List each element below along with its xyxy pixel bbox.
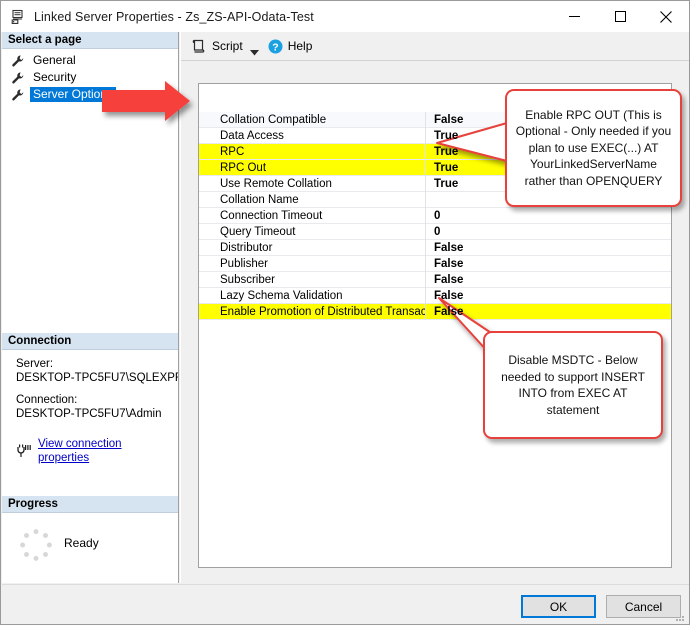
progress-panel: Ready (2, 514, 178, 574)
toolbar: Script ? Help (181, 32, 689, 61)
maximize-button[interactable] (597, 2, 643, 32)
property-value: True (434, 146, 459, 158)
chevron-down-icon[interactable] (249, 43, 259, 56)
sidebar-item-label: Server Options (30, 87, 117, 102)
connection-value: DESKTOP-TPC5FU7\Admin (16, 408, 162, 420)
table-row[interactable]: Subscriber False (199, 272, 671, 288)
help-button[interactable]: ? Help (265, 35, 316, 57)
help-label: Help (287, 39, 313, 53)
property-name: RPC (220, 146, 245, 158)
property-value: False (434, 290, 464, 302)
column-divider (425, 192, 426, 208)
sidebar-item-label: Security (33, 70, 77, 84)
minimize-button[interactable] (551, 2, 597, 32)
property-name: Lazy Schema Validation (220, 290, 343, 302)
select-page-header: Select a page (2, 32, 178, 49)
sidebar-item-general[interactable]: General (2, 52, 178, 69)
table-row[interactable]: Lazy Schema Validation False (199, 288, 671, 304)
ok-button[interactable]: OK (521, 595, 596, 618)
property-name: Data Access (220, 130, 284, 142)
sidebar-item-label: General (33, 53, 76, 67)
view-connection-properties-link[interactable]: View connection properties (38, 437, 170, 465)
property-value: False (434, 258, 464, 270)
resize-grip[interactable] (674, 610, 686, 622)
property-value: False (434, 274, 464, 286)
property-name: RPC Out (220, 162, 267, 174)
window-title: Linked Server Properties - Zs_ZS-API-Oda… (34, 9, 314, 24)
property-name: Subscriber (220, 274, 275, 286)
property-name: Distributor (220, 242, 273, 254)
property-name: Publisher (220, 258, 268, 270)
sidebar-item-security[interactable]: Security (2, 69, 178, 86)
property-name: Query Timeout (220, 226, 296, 238)
wrench-icon (11, 54, 25, 68)
property-name: Connection Timeout (220, 210, 323, 222)
linked-server-properties-dialog: Linked Server Properties - Zs_ZS-API-Oda… (0, 0, 690, 625)
sidebar-item-server-options[interactable]: Server Options (2, 86, 178, 103)
help-circle-icon: ? (268, 39, 283, 54)
page-list: General Security Server Options (2, 49, 178, 103)
sidebar: Select a page General Security Server Op… (2, 32, 179, 583)
script-button[interactable]: Script (188, 35, 246, 57)
table-row[interactable]: Query Timeout 0 (199, 224, 671, 240)
connection-header: Connection (2, 333, 178, 350)
property-value: True (434, 178, 459, 190)
progress-status: Ready (64, 536, 99, 550)
close-icon[interactable] (643, 2, 689, 32)
svg-text:?: ? (272, 41, 278, 53)
title-bar: Linked Server Properties - Zs_ZS-API-Oda… (1, 1, 689, 32)
wrench-icon (11, 88, 25, 102)
property-value: False (434, 114, 464, 126)
callout-disable-msdtc: Disable MSDTC - Below needed to support … (483, 331, 663, 439)
script-label: Script (212, 39, 243, 53)
connection-label: Connection: (16, 394, 78, 406)
property-name: Enable Promotion of Distributed Transact… (220, 306, 425, 318)
cancel-button[interactable]: Cancel (606, 595, 681, 618)
server-label: Server: (16, 358, 54, 370)
property-value: True (434, 162, 459, 174)
table-row[interactable]: Connection Timeout 0 (199, 208, 671, 224)
spinner-icon (19, 528, 53, 562)
property-name: Collation Name (220, 194, 299, 206)
table-row[interactable]: Enable Promotion of Distributed Transact… (199, 304, 671, 320)
connection-panel: Server: DESKTOP-TPC5FU7\SQLEXPRE Connect… (2, 351, 178, 511)
dialog-footer: OK Cancel (2, 584, 689, 624)
server-value: DESKTOP-TPC5FU7\SQLEXPRE (16, 372, 178, 384)
property-value: 0 (434, 226, 441, 238)
wrench-icon (11, 71, 25, 85)
progress-header: Progress (2, 496, 178, 513)
server-icon (10, 9, 26, 25)
property-value: 0 (434, 210, 441, 222)
property-name: Use Remote Collation (220, 178, 332, 190)
property-value: False (434, 242, 464, 254)
script-icon (191, 38, 207, 54)
plug-icon (16, 444, 32, 458)
table-row[interactable]: Publisher False (199, 256, 671, 272)
callout-enable-rpc-out: Enable RPC OUT (This is Optional - Only … (505, 89, 682, 207)
table-row[interactable]: Distributor False (199, 240, 671, 256)
property-value: False (434, 306, 464, 318)
property-value: True (434, 130, 459, 142)
property-name: Collation Compatible (220, 114, 327, 126)
